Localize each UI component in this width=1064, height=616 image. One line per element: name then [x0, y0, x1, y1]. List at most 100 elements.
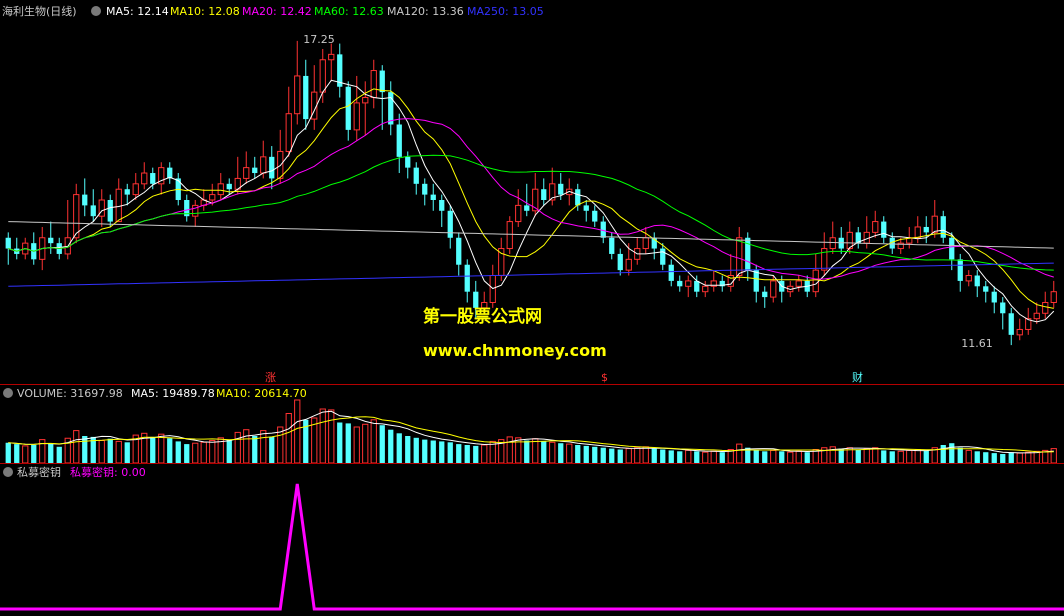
candle-body [260, 156, 267, 174]
candle-body [668, 264, 674, 281]
volume-bar [319, 408, 326, 464]
candle-body [940, 216, 946, 238]
stock-chart[interactable]: 海利生物(日线) MA5: 12.14 MA10: 12.08 MA20: 12… [0, 0, 1064, 616]
candle-body [625, 258, 632, 271]
volume-bar [115, 440, 122, 464]
volume-bar [906, 449, 913, 464]
candle-body [558, 183, 564, 195]
candle-body [413, 167, 419, 184]
volume-bar [949, 443, 955, 463]
candle-body [685, 280, 692, 287]
volume-bar [243, 429, 250, 464]
volume-bar [1008, 452, 1014, 463]
volume-bar [702, 451, 709, 464]
candle-body [965, 275, 972, 282]
volume-bar [1016, 452, 1023, 464]
candle-body [396, 124, 402, 157]
candle-body [115, 188, 122, 223]
candle-body [107, 200, 113, 222]
volume-bar [48, 443, 54, 463]
candle-body [575, 189, 581, 206]
candle-body [141, 172, 148, 185]
candle-body [642, 237, 649, 250]
volume-bar [362, 423, 369, 464]
candle-body [677, 280, 683, 287]
volume-bar [439, 441, 445, 463]
volume-bar [549, 441, 556, 464]
candle-body [345, 86, 351, 130]
volume-bar [541, 441, 547, 463]
event-marker-cai[interactable]: 财 [852, 370, 863, 384]
volume-bar [617, 449, 623, 463]
volume-bar [73, 430, 80, 464]
candle-body [370, 70, 377, 99]
volume-bar [795, 450, 802, 464]
volume-bar [200, 441, 207, 464]
candle-body [583, 205, 589, 211]
volume-bar [914, 449, 921, 464]
volume-bar [642, 446, 649, 464]
candle-body [132, 183, 139, 196]
candle-body [209, 194, 216, 201]
candle-body [303, 75, 309, 120]
volume-bar [753, 450, 759, 463]
volume-bar [770, 449, 777, 464]
candle-body [124, 189, 130, 195]
volume-menu-icon[interactable] [3, 388, 13, 398]
volume-bar [736, 443, 743, 464]
volume-bar [965, 449, 972, 464]
volume-bar [660, 449, 666, 463]
candle-body [243, 167, 250, 179]
volume-bar [82, 436, 88, 463]
candle-body [447, 210, 453, 238]
legend-ma250: MA250: 13.05 [467, 5, 544, 18]
volume-bar [940, 445, 946, 463]
candle-body [285, 113, 292, 152]
volume-bar [158, 433, 165, 464]
stock-title: 海利生物(日线) [2, 4, 77, 18]
indicator-menu-icon[interactable] [3, 467, 13, 477]
volume-bar [422, 439, 428, 463]
volume-bar [532, 438, 539, 464]
candle-body [991, 291, 997, 303]
volume-bar [388, 429, 394, 463]
candle-body [1042, 301, 1049, 314]
volume-bar [600, 447, 606, 463]
candle-body [90, 205, 96, 217]
candle-body [328, 53, 335, 61]
volume-bar [192, 442, 199, 464]
volume-bar [98, 440, 105, 464]
volume-bar [923, 450, 929, 463]
candle-body [269, 156, 275, 179]
panel-menu-icon[interactable] [91, 6, 101, 16]
volume-bar [396, 433, 402, 463]
watermark-url: www.chnmoney.com [423, 341, 607, 360]
volume-bar [5, 442, 11, 463]
volume-bar [447, 442, 453, 463]
candle-body [405, 156, 411, 168]
event-marker-dollar[interactable]: $ [601, 371, 608, 384]
volume-bar [991, 453, 997, 463]
volume-bar [337, 422, 343, 463]
volume-bar [838, 448, 844, 463]
volume-bar [1000, 454, 1006, 463]
candle-body [881, 221, 887, 238]
volume-bar [456, 444, 462, 463]
candle-body [872, 221, 879, 233]
event-marker-zhang[interactable]: 涨 [265, 371, 276, 384]
volume-bar [710, 450, 717, 464]
volume-bar [872, 447, 879, 464]
candle-body [515, 204, 522, 223]
volume-bar [184, 444, 190, 463]
candle-body [770, 280, 777, 298]
legend-ma20: MA20: 12.42 [242, 5, 312, 18]
candle-body [617, 253, 623, 271]
candle-body [974, 275, 980, 287]
volume-bar [787, 451, 794, 464]
volume-bar [175, 441, 181, 463]
candle-body [524, 205, 530, 211]
candle-body [252, 167, 258, 174]
volume-bar [260, 430, 267, 464]
volume-bar [22, 445, 29, 464]
candle-body [498, 248, 505, 277]
